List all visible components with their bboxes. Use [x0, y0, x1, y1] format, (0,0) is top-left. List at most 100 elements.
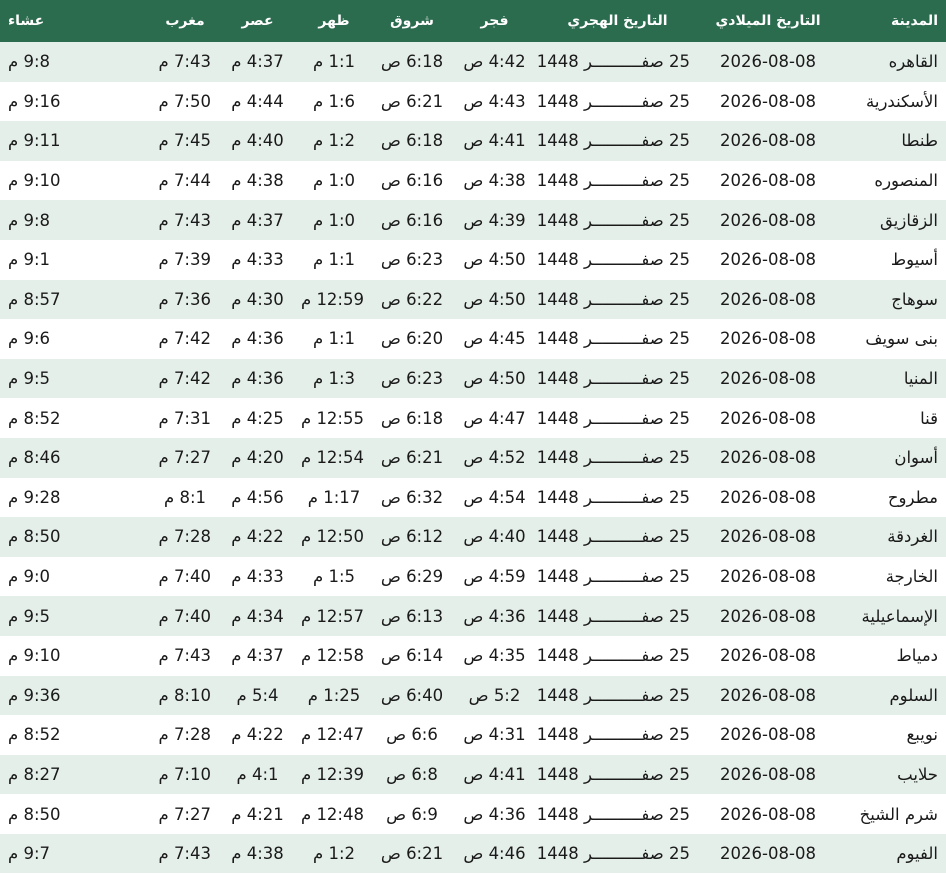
- cell-dhuhr: 12:55 م: [296, 398, 372, 438]
- date-value: 2026-08-08: [720, 448, 816, 468]
- cell-gregorian-date: 2026-08-08: [698, 42, 838, 82]
- cell-fajr: 4:45 ص: [452, 319, 537, 359]
- date-value: 2026-08-08: [720, 804, 816, 824]
- cell-sunrise: 6:29 ص: [372, 556, 452, 597]
- cell-gregorian-date: 2026-08-08: [698, 596, 838, 636]
- cell-gregorian-date: 2026-08-08: [698, 160, 838, 201]
- cell-city: دمياط: [838, 635, 946, 676]
- table-row: السلوم 2026-08-08 25 صفــــــــــر 1448 5:2…: [0, 675, 946, 716]
- cell-fajr: 4:46 ص: [452, 833, 537, 874]
- cell-city: المنيا: [838, 358, 946, 399]
- cell-fajr: 4:59 ص: [452, 556, 537, 597]
- cell-maghrib: 7:28 م: [151, 715, 219, 755]
- cell-sunrise: 6:20 ص: [372, 319, 452, 359]
- cell-isha: 9:5 م: [0, 358, 151, 399]
- cell-gregorian-date: 2026-08-08: [698, 794, 838, 834]
- table-row: الإسماعيلية 2026-08-08 25 صفــــــــــر 14…: [0, 596, 946, 636]
- table-row: المنصوره 2026-08-08 25 صفــــــــــر 1448 4…: [0, 160, 946, 201]
- table-row: مطروح 2026-08-08 25 صفــــــــــر 1448 4:54…: [0, 477, 946, 518]
- cell-asr: 4:37 م: [219, 635, 296, 676]
- cell-dhuhr: 1:0 م: [296, 200, 372, 240]
- cell-dhuhr: 12:57 م: [296, 596, 372, 636]
- cell-gregorian-date: 2026-08-08: [698, 675, 838, 716]
- cell-dhuhr: 1:6 م: [296, 81, 372, 122]
- cell-sunrise: 6:14 ص: [372, 635, 452, 676]
- cell-gregorian-date: 2026-08-08: [698, 279, 838, 320]
- table-row: القاهره 2026-08-08 25 صفــــــــــر 1448 4:…: [0, 42, 946, 82]
- cell-isha: 9:0 م: [0, 556, 151, 597]
- cell-asr: 4:40 م: [219, 121, 296, 161]
- cell-gregorian-date: 2026-08-08: [698, 556, 838, 597]
- cell-hijri-date: 25 صفــــــــــر 1448: [537, 675, 698, 716]
- cell-maghrib: 7:36 م: [151, 279, 219, 320]
- cell-gregorian-date: 2026-08-08: [698, 319, 838, 359]
- cell-maghrib: 7:27 م: [151, 437, 219, 478]
- cell-fajr: 4:38 ص: [452, 160, 537, 201]
- cell-asr: 4:36 م: [219, 358, 296, 399]
- date-value: 2026-08-08: [720, 91, 816, 111]
- table-row: بنى سويف 2026-08-08 25 صفــــــــــر 1448 4…: [0, 319, 946, 359]
- date-value: 2026-08-08: [720, 52, 816, 72]
- cell-sunrise: 6:13 ص: [372, 596, 452, 636]
- cell-dhuhr: 1:17 م: [296, 477, 372, 518]
- cell-asr: 4:1 م: [219, 754, 296, 795]
- cell-maghrib: 7:28 م: [151, 517, 219, 557]
- cell-fajr: 4:50 ص: [452, 279, 537, 320]
- cell-dhuhr: 12:58 م: [296, 635, 372, 676]
- table-row: المنيا 2026-08-08 25 صفــــــــــر 1448 4:5…: [0, 358, 946, 399]
- table-row: أسيوط 2026-08-08 25 صفــــــــــر 1448 4:50…: [0, 239, 946, 280]
- cell-fajr: 4:50 ص: [452, 358, 537, 399]
- cell-fajr: 4:41 ص: [452, 121, 537, 161]
- cell-maghrib: 7:43 م: [151, 635, 219, 676]
- cell-city: السلوم: [838, 675, 946, 716]
- cell-fajr: 4:36 ص: [452, 596, 537, 636]
- cell-gregorian-date: 2026-08-08: [698, 754, 838, 795]
- cell-isha: 8:50 م: [0, 794, 151, 834]
- cell-isha: 9:6 م: [0, 319, 151, 359]
- cell-asr: 4:44 م: [219, 81, 296, 122]
- cell-hijri-date: 25 صفــــــــــر 1448: [537, 437, 698, 478]
- cell-dhuhr: 1:25 م: [296, 675, 372, 716]
- cell-sunrise: 6:22 ص: [372, 279, 452, 320]
- cell-dhuhr: 12:50 م: [296, 517, 372, 557]
- cell-sunrise: 6:18 ص: [372, 42, 452, 82]
- cell-maghrib: 7:39 م: [151, 239, 219, 280]
- cell-isha: 9:11 م: [0, 121, 151, 161]
- cell-city: أسوان: [838, 437, 946, 478]
- date-value: 2026-08-08: [720, 606, 816, 626]
- cell-fajr: 5:2 ص: [452, 675, 537, 716]
- cell-maghrib: 8:1 م: [151, 477, 219, 518]
- cell-maghrib: 7:42 م: [151, 319, 219, 359]
- cell-dhuhr: 1:1 م: [296, 42, 372, 82]
- cell-asr: 4:25 م: [219, 398, 296, 438]
- cell-fajr: 4:52 ص: [452, 437, 537, 478]
- date-value: 2026-08-08: [720, 567, 816, 587]
- cell-hijri-date: 25 صفــــــــــر 1448: [537, 121, 698, 161]
- date-value: 2026-08-08: [720, 527, 816, 547]
- date-value: 2026-08-08: [720, 369, 816, 389]
- cell-sunrise: 6:18 ص: [372, 398, 452, 438]
- cell-fajr: 4:47 ص: [452, 398, 537, 438]
- cell-hijri-date: 25 صفــــــــــر 1448: [537, 517, 698, 557]
- cell-hijri-date: 25 صفــــــــــر 1448: [537, 200, 698, 240]
- date-value: 2026-08-08: [720, 487, 816, 507]
- cell-city: الخارجة: [838, 556, 946, 597]
- cell-asr: 4:22 م: [219, 517, 296, 557]
- date-value: 2026-08-08: [720, 329, 816, 349]
- cell-sunrise: 6:6 ص: [372, 715, 452, 755]
- header-sunrise: شروق: [372, 0, 452, 42]
- cell-asr: 4:38 م: [219, 833, 296, 874]
- cell-asr: 5:4 م: [219, 675, 296, 716]
- cell-isha: 8:52 م: [0, 715, 151, 755]
- cell-isha: 9:7 م: [0, 833, 151, 874]
- cell-maghrib: 7:43 م: [151, 42, 219, 82]
- cell-hijri-date: 25 صفــــــــــر 1448: [537, 754, 698, 795]
- cell-hijri-date: 25 صفــــــــــر 1448: [537, 319, 698, 359]
- table-row: الفيوم 2026-08-08 25 صفــــــــــر 1448 4:4…: [0, 833, 946, 874]
- cell-hijri-date: 25 صفــــــــــر 1448: [537, 833, 698, 874]
- cell-city: نويبع: [838, 715, 946, 755]
- cell-sunrise: 6:16 ص: [372, 200, 452, 240]
- cell-hijri-date: 25 صفــــــــــر 1448: [537, 556, 698, 597]
- cell-fajr: 4:39 ص: [452, 200, 537, 240]
- cell-city: الفيوم: [838, 833, 946, 874]
